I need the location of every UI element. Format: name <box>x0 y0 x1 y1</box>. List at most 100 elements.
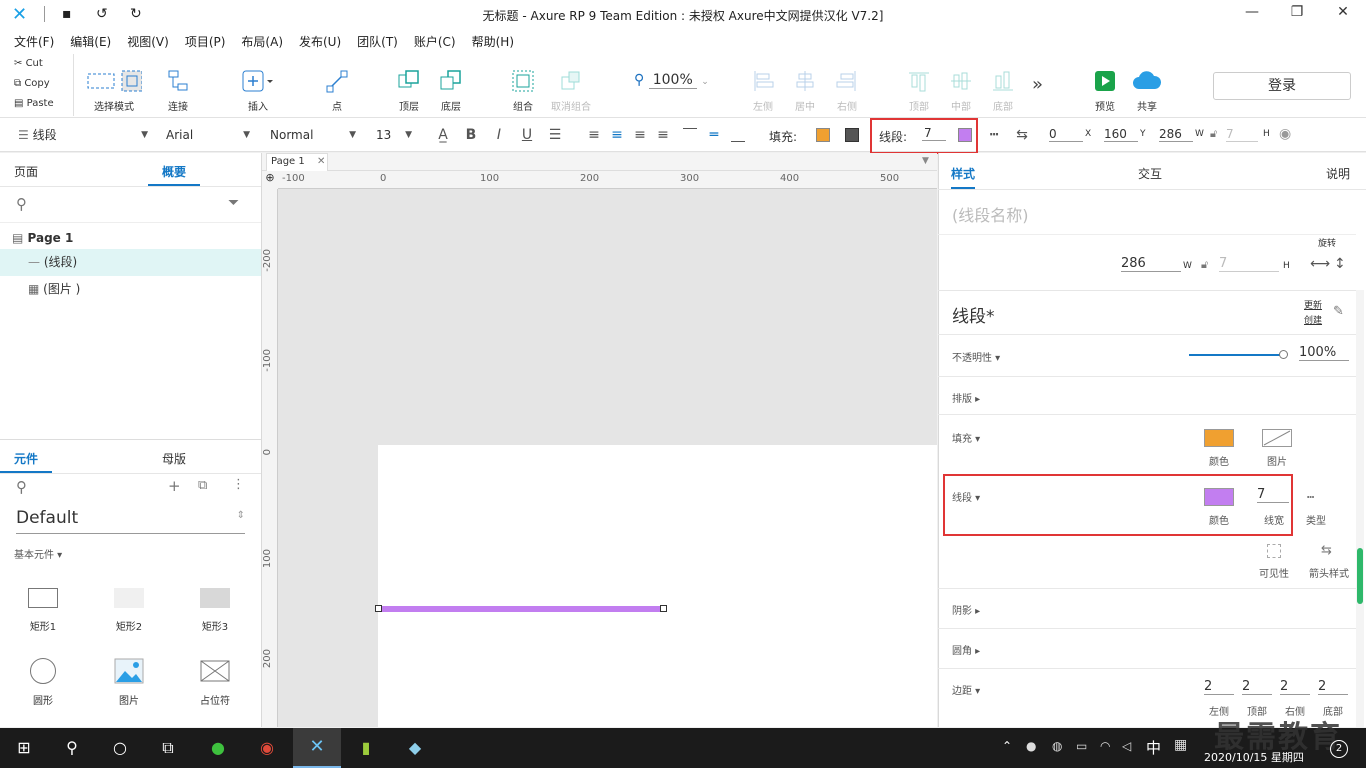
send-back-button[interactable]: 底层 <box>421 64 481 113</box>
page-tab[interactable]: Page 1 ✕ <box>266 153 328 171</box>
fill-color-swatch[interactable] <box>816 128 830 142</box>
arrow-style-icon[interactable]: ⇆ <box>1321 543 1332 558</box>
more-tools-icon[interactable]: » <box>1032 74 1043 95</box>
line-color-swatch[interactable] <box>958 128 972 142</box>
line-width-input[interactable]: 7 <box>922 126 946 141</box>
ruler-corner-icon[interactable]: ⊕ <box>262 171 278 189</box>
ungroup-button[interactable]: 取消组合 <box>541 64 601 113</box>
placeholder-widget-icon[interactable] <box>200 660 230 682</box>
insert-button[interactable]: 插入 <box>228 64 288 113</box>
align-text-left-icon[interactable]: ≡ <box>585 127 603 143</box>
inspector-scrollbar[interactable] <box>1356 290 1364 727</box>
resize-handle-left[interactable] <box>375 605 382 612</box>
h-input[interactable]: 7 <box>1226 127 1258 142</box>
wifi-icon[interactable]: ◠ <box>1100 739 1110 753</box>
lock-icon[interactable]: 🔓︎ <box>1201 258 1208 272</box>
height-input[interactable]: 7 <box>1219 256 1279 272</box>
lock-icon[interactable]: 🔓︎ <box>1210 127 1217 141</box>
axure-task-active[interactable]: ✕ <box>293 728 341 768</box>
tab-outline[interactable]: 概要 <box>148 153 201 186</box>
login-button[interactable]: 登录 <box>1213 72 1351 100</box>
rectangle2-widget-icon[interactable] <box>114 588 144 608</box>
update-style-link[interactable]: 更新 <box>1304 298 1322 311</box>
opacity-slider-handle[interactable] <box>1279 350 1288 359</box>
visibility-eye-icon[interactable]: ◉ <box>1279 126 1291 142</box>
minimize-icon[interactable]: — <box>1237 4 1267 20</box>
zoom-control[interactable]: ⚲ 100% ⌄ <box>634 72 709 89</box>
fit-width-icon[interactable]: ⟷ <box>1310 256 1330 272</box>
font-size-select[interactable]: 13 ▼ <box>372 125 420 145</box>
menu-account[interactable]: 账户(C) <box>414 30 456 52</box>
close-icon[interactable]: ✕ <box>1328 4 1358 20</box>
cut-button[interactable]: ✂ Cut <box>0 54 73 74</box>
point-button[interactable]: 点 <box>307 64 367 113</box>
typography-label[interactable]: 排版 ▸ <box>952 390 980 405</box>
search-icon[interactable]: ⚲ <box>16 195 27 213</box>
ime-indicator[interactable]: 中 <box>1146 737 1161 758</box>
line-pattern-icon[interactable]: ┅ <box>1307 490 1314 504</box>
scrollbar-thumb[interactable] <box>1357 548 1363 604</box>
bullet-list-icon[interactable]: ☰ <box>546 127 564 143</box>
tab-widgets[interactable]: 元件 <box>0 440 53 473</box>
opacity-slider-track[interactable] <box>1189 354 1285 356</box>
chrome-icon[interactable]: ◉ <box>255 736 279 760</box>
line-color-swatch[interactable] <box>1204 488 1234 506</box>
align-text-justify-icon[interactable]: ≡ <box>654 127 672 143</box>
menu-project[interactable]: 项目(P) <box>185 30 226 52</box>
tab-notes[interactable]: 说明 <box>1326 165 1350 182</box>
outline-page-row[interactable]: ▤ Page 1 <box>0 223 261 249</box>
widget-name-input[interactable]: (线段名称) <box>952 202 1029 226</box>
valign-top-icon[interactable]: ⎺ <box>681 127 699 143</box>
align-text-center-icon[interactable]: ≡ <box>608 127 626 143</box>
tab-pages[interactable]: 页面 <box>0 153 52 186</box>
create-style-link[interactable]: 创建 <box>1304 313 1322 326</box>
rectangle1-widget-icon[interactable] <box>28 588 58 608</box>
library-category[interactable]: 基本元件 ▾ <box>0 534 261 561</box>
close-tab-icon[interactable]: ✕ <box>317 156 325 167</box>
tray-device-icon[interactable]: ▭ <box>1076 739 1087 753</box>
fill-label[interactable]: 填充 ▾ <box>952 430 980 445</box>
opacity-input[interactable]: 100% <box>1299 345 1349 361</box>
select-mode-button[interactable]: 选择模式 <box>84 64 144 113</box>
rectangle3-widget-icon[interactable] <box>200 588 230 608</box>
underline-icon[interactable]: U <box>518 127 536 143</box>
menu-view[interactable]: 视图(V) <box>127 30 169 52</box>
align-right-button[interactable]: 右侧 <box>817 64 877 113</box>
maximize-icon[interactable]: ❐ <box>1282 4 1312 20</box>
bold-icon[interactable]: B <box>462 127 480 143</box>
x-input[interactable]: 0 <box>1049 127 1083 142</box>
y-input[interactable]: 160 <box>1104 127 1138 142</box>
windows-start-icon[interactable]: ⊞ <box>12 736 36 760</box>
align-bottom-button[interactable]: 底部 <box>973 64 1033 113</box>
tray-qq-icon[interactable]: ◍ <box>1052 739 1062 753</box>
image-widget-icon[interactable] <box>114 658 144 684</box>
fit-height-icon[interactable]: ↕ <box>1334 256 1346 272</box>
volume-icon[interactable]: ◁ <box>1122 739 1131 753</box>
copy-button[interactable]: ⧉ Copy <box>0 74 73 94</box>
more-options-icon[interactable]: ⋮ <box>232 477 245 492</box>
page-menu-caret-icon[interactable]: ▼ <box>922 156 929 166</box>
font-color-icon[interactable]: A̲ <box>434 127 452 143</box>
add-icon[interactable]: + <box>168 477 181 495</box>
padding-label[interactable]: 边距 ▾ <box>952 682 980 697</box>
app-blue-icon[interactable]: ◆ <box>403 736 427 760</box>
padding-top-input[interactable]: 2 <box>1242 679 1272 695</box>
valign-middle-icon[interactable]: ═ <box>705 127 723 143</box>
wechat-icon[interactable]: ● <box>206 736 230 760</box>
outline-item-image[interactable]: ▦ (图片 ) <box>0 276 261 303</box>
menu-help[interactable]: 帮助(H) <box>472 30 514 52</box>
connect-button[interactable]: 连接 <box>148 64 208 113</box>
style-name[interactable]: 线段* <box>952 302 995 327</box>
library-copy-icon[interactable]: ⧉ <box>198 478 207 493</box>
paste-button[interactable]: ▤ Paste <box>0 94 73 114</box>
filter-icon[interactable]: ⏷ <box>228 195 239 211</box>
outline-item-line[interactable]: — (线段) <box>0 249 261 276</box>
visibility-icon[interactable] <box>1267 544 1281 558</box>
cortana-icon[interactable]: ○ <box>108 736 132 760</box>
edit-style-icon[interactable]: ✎ <box>1333 304 1344 319</box>
opacity-label[interactable]: 不透明性 ▾ <box>952 349 1000 364</box>
notification-badge[interactable]: 2 <box>1330 740 1348 758</box>
keyboard-grid-icon[interactable]: ▦ <box>1174 737 1187 753</box>
share-button[interactable]: 共享 <box>1117 64 1177 113</box>
italic-icon[interactable]: I <box>490 127 508 143</box>
